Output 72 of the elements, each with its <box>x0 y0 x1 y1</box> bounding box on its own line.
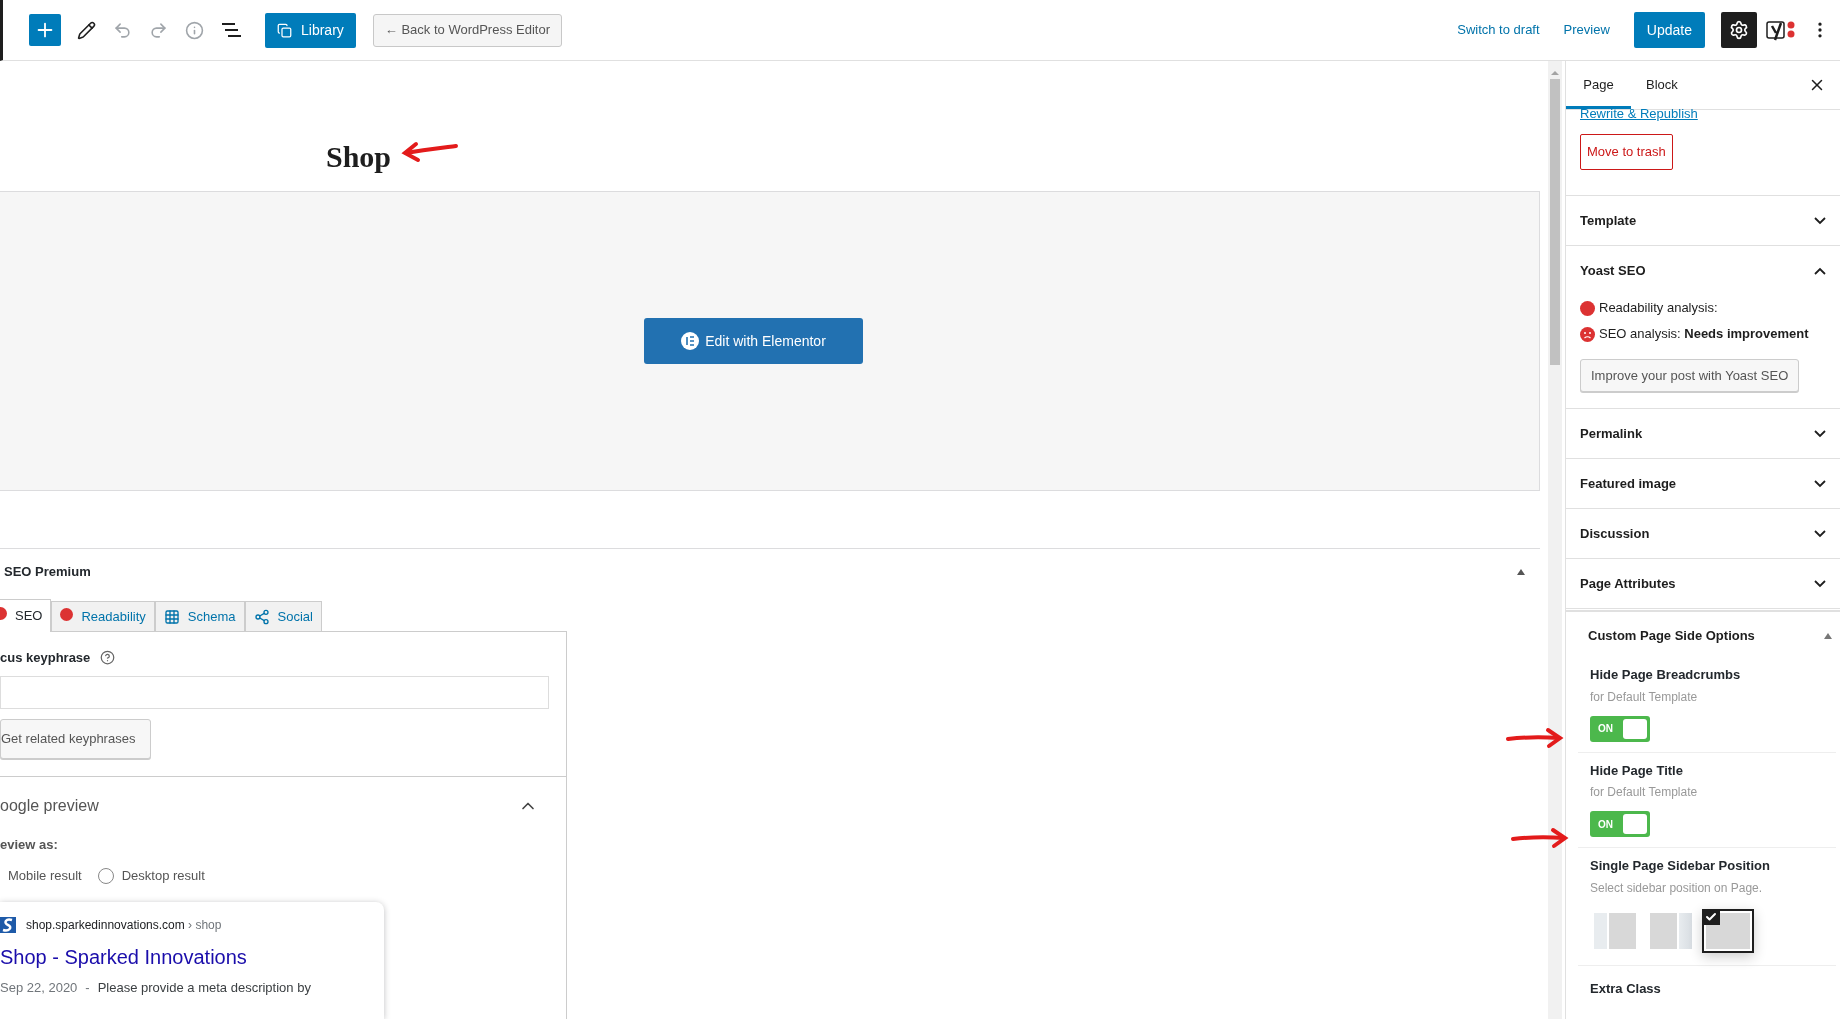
result-title[interactable]: Shop - Sparked Innovations <box>0 941 384 972</box>
settings-button[interactable] <box>1721 12 1757 48</box>
option-hint: Select sidebar position on Page. <box>1590 879 1764 897</box>
annotation-arrow <box>1505 726 1565 750</box>
panel-title: Yoast SEO <box>1580 261 1646 280</box>
move-to-trash-button[interactable]: Move to trash <box>1580 133 1673 170</box>
radio-label: Mobile result <box>7 867 82 885</box>
option-hint: for Default Template <box>1590 688 1699 706</box>
panel-header[interactable]: Permalink <box>1566 409 1840 458</box>
pencil-icon[interactable] <box>77 20 96 40</box>
panel-header[interactable]: Template <box>1566 196 1840 245</box>
annotation-arrow <box>1510 826 1570 850</box>
tab-label: Social <box>277 607 313 626</box>
panel-title: Custom Page Side Options <box>1588 627 1755 646</box>
layout-option[interactable] <box>1702 908 1754 953</box>
grid-icon <box>163 608 180 625</box>
radio-option[interactable]: Desktop result <box>97 866 205 886</box>
back-to-editor-button[interactable]: ← Back to WordPress Editor <box>372 13 562 47</box>
separator: - <box>85 978 90 997</box>
page-title: Shop <box>326 142 392 172</box>
panel-title: Template <box>1580 211 1637 230</box>
gear-icon <box>1729 20 1749 40</box>
panel-title: Permalink <box>1580 424 1643 443</box>
option-hint: for Default Template <box>1590 784 1699 801</box>
result-url: shop.sparkedinnovations.com <box>26 917 185 932</box>
scrollbar[interactable] <box>1548 61 1562 1019</box>
analysis-text: Readability analysis: <box>1599 299 1718 318</box>
collapse-arrow-icon[interactable] <box>1517 569 1525 575</box>
keyphrase-input[interactable] <box>0 675 549 709</box>
section-heading: oogle preview <box>0 795 99 816</box>
list-view-icon[interactable] <box>221 21 241 39</box>
elementor-icon <box>681 332 700 350</box>
add-block-button[interactable] <box>29 14 61 46</box>
annotation-arrow <box>400 140 460 164</box>
option-label: Hide Page Title <box>1590 761 1684 780</box>
share-icon <box>253 608 270 625</box>
preview-link[interactable]: Preview <box>1563 20 1610 40</box>
metabox-tab[interactable]: Schema <box>154 601 245 631</box>
metabox-tab[interactable]: Readability <box>51 601 155 631</box>
result-description: Please provide a meta description by <box>97 978 311 997</box>
metabox-tab[interactable]: SEO <box>0 599 52 632</box>
option-label: Extra Class <box>1590 980 1661 996</box>
metabox-tab[interactable]: Social <box>244 601 322 631</box>
option-label: Hide Page Breadcrumbs <box>1590 666 1742 684</box>
panel-title: Page Attributes <box>1580 574 1676 593</box>
panel-header[interactable]: Page Attributes <box>1566 559 1840 608</box>
panel-title: Discussion <box>1580 524 1650 543</box>
panel-header[interactable]: Custom Page Side Options <box>1566 615 1840 657</box>
sidebar-tab[interactable]: Page <box>1566 61 1631 109</box>
panel-title: Featured image <box>1580 474 1677 493</box>
analysis-text: SEO analysis: Needs improvement <box>1599 325 1809 344</box>
copy-icon <box>277 22 292 38</box>
tab-label: Readability <box>81 607 146 626</box>
check-icon <box>1702 908 1720 925</box>
related-keyphrases-button[interactable]: Get related keyphrases <box>0 718 151 759</box>
improve-post-button[interactable]: Improve your post with Yoast SEO <box>1580 359 1800 392</box>
result-date: Sep 22, 2020 <box>0 978 78 997</box>
switch-to-draft-link[interactable]: Switch to draft <box>1457 20 1540 40</box>
panel-header[interactable]: Yoast SEO <box>1566 246 1840 295</box>
metabox-title: SEO Premium <box>3 563 91 582</box>
option-label: Single Page Sidebar Position <box>1590 857 1771 875</box>
edit-with-elementor-button[interactable]: Edit with Elementor <box>644 318 863 364</box>
panel-header[interactable]: Discussion <box>1566 509 1840 558</box>
result-breadcrumb: › shop <box>188 917 222 932</box>
library-button[interactable]: Library <box>265 12 356 48</box>
tab-label: Schema <box>187 607 236 626</box>
tab-label: SEO <box>15 607 43 626</box>
help-icon[interactable] <box>100 650 116 666</box>
field-label: cus keyphrase <box>0 649 91 667</box>
update-button[interactable]: Update <box>1633 12 1705 48</box>
panel-header[interactable]: Featured image <box>1566 459 1840 508</box>
field-label: eview as: <box>0 835 59 854</box>
